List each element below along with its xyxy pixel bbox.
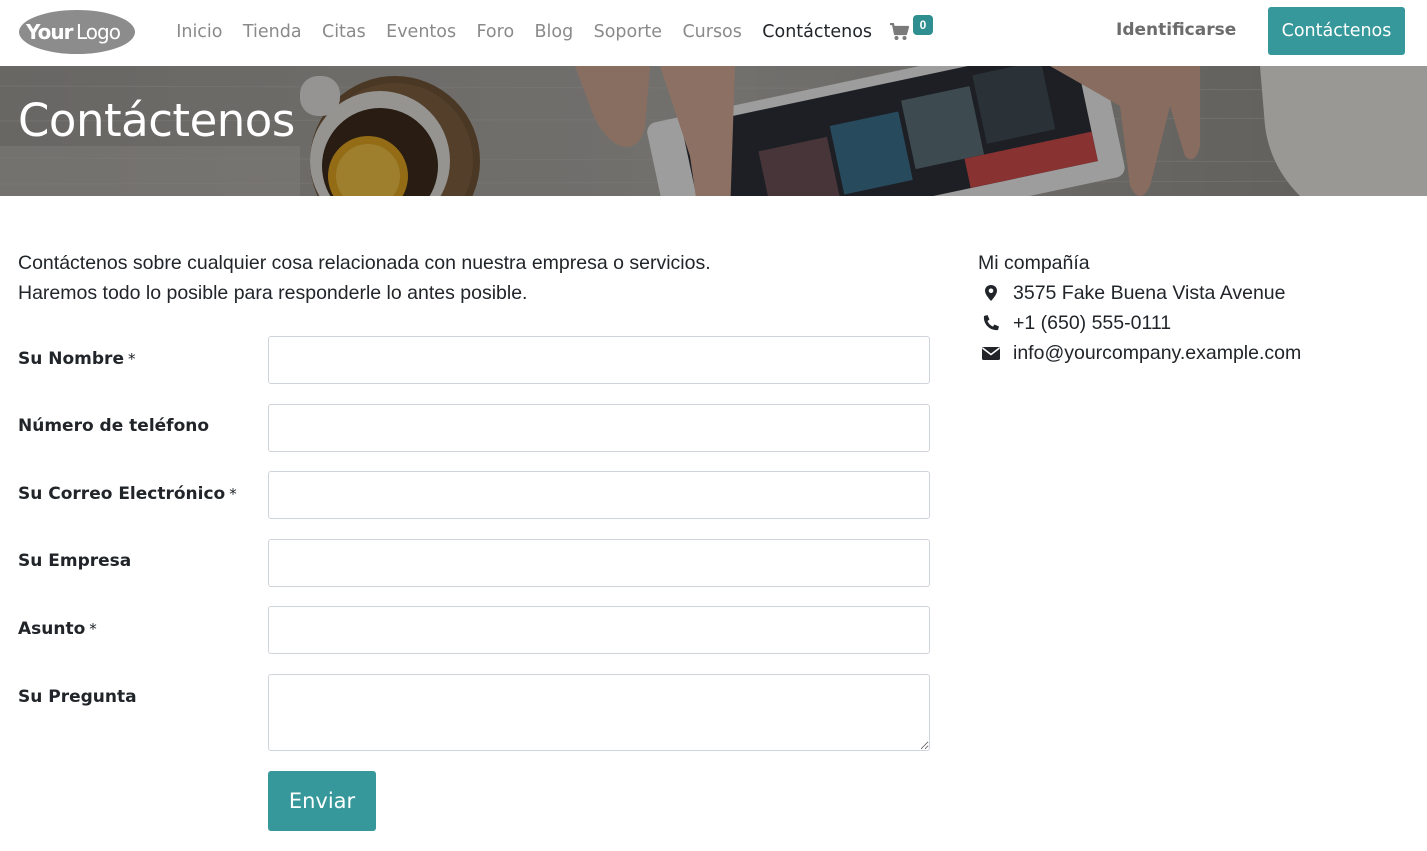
subject-label-text: Asunto xyxy=(18,619,86,639)
email-label-text: Su Correo Electrónico xyxy=(18,484,226,504)
subject-input[interactable] xyxy=(268,606,930,654)
question-textarea[interactable] xyxy=(268,674,930,751)
company-address-text: 3575 Fake Buena Vista Avenue xyxy=(1013,282,1286,304)
form-row-question: Su Pregunta xyxy=(18,674,930,751)
nav-item-tienda[interactable]: Tienda xyxy=(233,22,312,42)
cart-count-badge: 0 xyxy=(913,15,933,35)
signin-link[interactable]: Identificarse xyxy=(1116,20,1236,40)
phone-label: Número de teléfono xyxy=(18,416,210,436)
page-title: Contáctenos xyxy=(18,94,295,147)
cart-link[interactable]: 0 xyxy=(890,14,940,48)
company-info: Mi compañía 3575 Fake Buena Vista Avenue… xyxy=(978,248,1398,368)
required-mark: * xyxy=(89,620,97,638)
form-row-phone: Número de teléfono xyxy=(18,404,930,452)
nav-item-soporte[interactable]: Soporte xyxy=(583,22,672,42)
email-input[interactable] xyxy=(268,471,930,519)
intro-text: Contáctenos sobre cualquier cosa relacio… xyxy=(18,248,918,308)
intro-line-1: Contáctenos sobre cualquier cosa relacio… xyxy=(18,252,711,274)
logo-text-light: Logo xyxy=(76,20,121,44)
company-label: Su Empresa xyxy=(18,551,132,571)
company-name: Mi compañía xyxy=(978,252,1090,274)
logo-text-bold: Your xyxy=(25,20,74,44)
name-label: Su Nombre * xyxy=(18,349,135,369)
shopping-cart-icon xyxy=(890,23,910,40)
company-phone-text: +1 (650) 555-0111 xyxy=(1013,312,1172,334)
contact-us-button[interactable]: Contáctenos xyxy=(1268,7,1405,55)
map-marker-icon xyxy=(985,285,997,301)
nav-item-contactenos[interactable]: Contáctenos xyxy=(752,22,882,42)
form-row-name: Su Nombre * xyxy=(18,336,930,384)
nav-item-blog[interactable]: Blog xyxy=(524,22,583,42)
nav-item-citas[interactable]: Citas xyxy=(312,22,376,42)
nav-item-eventos[interactable]: Eventos xyxy=(376,22,466,42)
phone-input[interactable] xyxy=(268,404,930,452)
name-input[interactable] xyxy=(268,336,930,384)
company-address: 3575 Fake Buena Vista Avenue xyxy=(978,278,1398,308)
site-logo[interactable]: Your Logo xyxy=(18,8,136,56)
company-phone: +1 (650) 555-0111 xyxy=(978,308,1398,338)
form-row-company: Su Empresa xyxy=(18,539,930,587)
phone-icon xyxy=(983,315,999,331)
envelope-icon xyxy=(982,347,1000,360)
required-mark: * xyxy=(127,350,136,368)
nav-item-foro[interactable]: Foro xyxy=(466,22,524,42)
name-label-text: Su Nombre xyxy=(18,349,124,369)
company-email: info@yourcompany.example.com xyxy=(978,338,1398,368)
company-input[interactable] xyxy=(268,539,930,587)
logo-graphic: Your Logo xyxy=(19,10,135,54)
site-header: Your Logo Inicio Tienda Citas Eventos Fo… xyxy=(0,0,1427,66)
subject-label: Asunto * xyxy=(18,619,97,639)
form-row-email: Su Correo Electrónico * xyxy=(18,471,930,519)
nav-item-inicio[interactable]: Inicio xyxy=(166,22,233,42)
main-nav: Inicio Tienda Citas Eventos Foro Blog So… xyxy=(166,0,882,64)
email-label: Su Correo Electrónico * xyxy=(18,484,237,504)
form-row-subject: Asunto * xyxy=(18,606,930,654)
submit-button[interactable]: Enviar xyxy=(268,771,376,831)
intro-line-2: Haremos todo lo posible para responderle… xyxy=(18,282,528,304)
required-mark: * xyxy=(229,485,237,503)
page-banner: Contáctenos xyxy=(0,66,1427,196)
nav-item-cursos[interactable]: Cursos xyxy=(672,22,752,42)
question-label: Su Pregunta xyxy=(18,687,137,707)
company-email-text: info@yourcompany.example.com xyxy=(1013,342,1302,364)
